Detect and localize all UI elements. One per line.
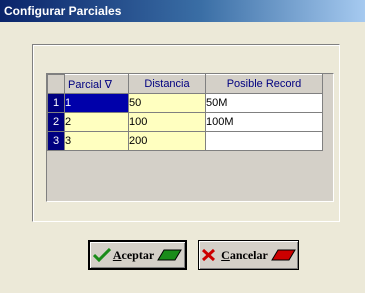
row-selector[interactable]: 1 bbox=[47, 93, 65, 113]
x-icon bbox=[201, 248, 219, 262]
title-bar[interactable]: Configurar Parciales bbox=[0, 0, 365, 22]
window-title: Configurar Parciales bbox=[4, 4, 122, 18]
cell-distancia[interactable]: 200 bbox=[128, 131, 206, 151]
cell-parcial[interactable]: 1 bbox=[64, 93, 129, 113]
table-row: 2 2 100 100M bbox=[47, 112, 323, 132]
aceptar-label: Aceptar bbox=[112, 247, 155, 262]
grid-table: Parcial ∇ Distancia Posible Record 1 1 5… bbox=[47, 74, 323, 151]
cell-distancia[interactable]: 100 bbox=[128, 112, 206, 132]
green-brush-icon bbox=[156, 249, 183, 261]
cell-parcial[interactable]: 3 bbox=[64, 131, 129, 151]
parciales-grid[interactable]: Parcial ∇ Distancia Posible Record 1 1 5… bbox=[46, 73, 334, 202]
cell-parcial[interactable]: 2 bbox=[64, 112, 129, 132]
column-header-distancia[interactable]: Distancia bbox=[128, 74, 206, 94]
table-row: 1 1 50 50M bbox=[47, 93, 323, 113]
checkmark-icon bbox=[92, 247, 111, 263]
cancelar-button[interactable]: Cancelar bbox=[198, 240, 299, 270]
cell-distancia[interactable]: 50 bbox=[128, 93, 206, 113]
column-header-parcial[interactable]: Parcial ∇ bbox=[64, 74, 129, 94]
dialog-window: Configurar Parciales Parcial ∇ Distancia… bbox=[0, 0, 365, 293]
aceptar-button[interactable]: Aceptar bbox=[88, 240, 187, 270]
table-row: 3 3 200 bbox=[47, 131, 323, 151]
row-selector[interactable]: 2 bbox=[47, 112, 65, 132]
red-brush-icon bbox=[270, 249, 296, 261]
cell-posible-record[interactable] bbox=[205, 131, 323, 151]
cancelar-label: Cancelar bbox=[221, 247, 268, 262]
column-header-posible-record[interactable]: Posible Record bbox=[205, 74, 323, 94]
grid-corner bbox=[47, 74, 65, 94]
row-selector[interactable]: 3 bbox=[47, 131, 65, 151]
grid-header-row: Parcial ∇ Distancia Posible Record bbox=[47, 74, 323, 94]
cell-posible-record[interactable]: 100M bbox=[205, 112, 323, 132]
cell-posible-record[interactable]: 50M bbox=[205, 93, 323, 113]
